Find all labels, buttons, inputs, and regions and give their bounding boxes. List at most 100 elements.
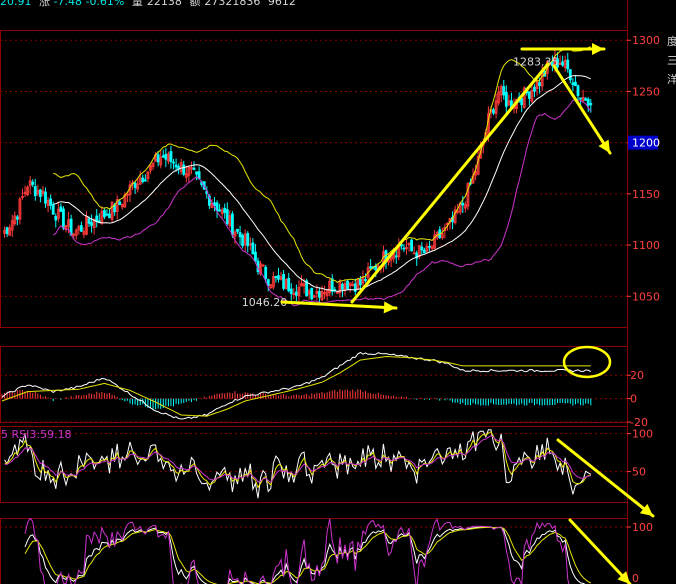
candle-body bbox=[402, 247, 406, 250]
candle-body bbox=[251, 242, 255, 255]
bottom-arrow-head bbox=[383, 301, 396, 314]
kdj-down-arrow bbox=[568, 518, 632, 584]
candle-body bbox=[51, 204, 55, 215]
candle-body bbox=[394, 255, 398, 258]
low-annotation: 1046.20 bbox=[242, 296, 288, 309]
candle-body bbox=[574, 81, 577, 86]
candle-body bbox=[169, 151, 173, 162]
candle-body bbox=[422, 249, 426, 254]
candle-body bbox=[274, 276, 278, 279]
right-edge-char-2: 三 bbox=[667, 54, 676, 67]
macd-dea-line bbox=[1, 355, 591, 417]
current-price-label: 1200 bbox=[632, 137, 660, 150]
candle-body bbox=[364, 279, 367, 281]
candle-body bbox=[192, 167, 196, 170]
right-edge-char-3: 洋 bbox=[667, 72, 676, 86]
candle-body bbox=[44, 191, 47, 204]
high-annotation: 1283.35 bbox=[513, 55, 559, 68]
candle-body bbox=[225, 209, 229, 225]
candle-body bbox=[264, 266, 268, 280]
candle-body bbox=[230, 213, 234, 236]
price-tick-label: 1250 bbox=[632, 85, 660, 98]
candle-body bbox=[282, 273, 286, 289]
candle-body bbox=[246, 233, 250, 247]
price-tick-label: 1100 bbox=[632, 239, 660, 252]
macd-histogram bbox=[1, 389, 592, 410]
boll-lower-line bbox=[52, 99, 592, 307]
candle-body bbox=[584, 98, 588, 101]
price-tick-label: 1050 bbox=[632, 290, 660, 303]
top-arrow-head bbox=[592, 43, 604, 55]
rsi-title-label: 5 RSI3:59.18 bbox=[1, 428, 72, 441]
candle-body bbox=[566, 59, 570, 70]
candle-body bbox=[589, 103, 593, 106]
candle-body bbox=[420, 246, 424, 251]
candle-body bbox=[561, 61, 565, 66]
candle-body bbox=[504, 91, 508, 107]
kdj-down-arrow-shaft bbox=[568, 518, 632, 584]
candle-body bbox=[164, 153, 168, 160]
candle-body bbox=[341, 283, 344, 290]
candle-body bbox=[369, 266, 373, 269]
candle-body bbox=[533, 86, 536, 92]
rsi-tick-label: 50 bbox=[632, 466, 646, 479]
bottom-arrow bbox=[280, 300, 398, 314]
bottom-arrow-shaft bbox=[280, 300, 398, 310]
boll-upper-line bbox=[53, 46, 591, 284]
candle-body bbox=[586, 98, 590, 106]
rsi-tick-label: 100 bbox=[632, 428, 653, 441]
candle-body bbox=[54, 215, 58, 221]
candle-body bbox=[461, 202, 465, 206]
macd-axis: 200-20 bbox=[627, 369, 648, 429]
candle-body bbox=[90, 221, 93, 226]
candle-body bbox=[143, 179, 147, 182]
candle-body bbox=[15, 216, 19, 220]
candle-body bbox=[358, 278, 362, 286]
candle-body bbox=[492, 109, 495, 114]
candle-body bbox=[236, 228, 239, 232]
candle-body bbox=[318, 291, 321, 298]
candle-body bbox=[105, 213, 109, 216]
candle-body bbox=[87, 218, 91, 224]
kdj-j-line bbox=[24, 518, 570, 584]
candle-body bbox=[241, 234, 245, 247]
price-tick-label: 1300 bbox=[632, 34, 660, 47]
macd-circle bbox=[562, 345, 612, 379]
macd-tick-label: 20 bbox=[630, 369, 644, 382]
candle-body bbox=[310, 287, 314, 300]
drop-arrow-shaft bbox=[552, 64, 612, 155]
candle-body bbox=[79, 225, 83, 232]
candle-body bbox=[428, 245, 431, 248]
macd-tick-label: 0 bbox=[630, 393, 637, 406]
candle-body bbox=[289, 288, 293, 295]
right-edge-char-1: 度 bbox=[667, 34, 676, 48]
drop-arrow bbox=[552, 64, 612, 155]
candle-body bbox=[141, 177, 145, 183]
candle-body bbox=[277, 275, 280, 280]
current-price-tag: 1200 bbox=[628, 135, 660, 150]
candle-body bbox=[287, 278, 291, 292]
right-edge-labels: 度 三 洋 bbox=[667, 34, 676, 86]
price-tick-label: 1150 bbox=[632, 188, 660, 201]
kdj-tick-label: 100 bbox=[632, 521, 653, 534]
candle-body bbox=[527, 91, 531, 99]
candle-body bbox=[172, 161, 175, 164]
candle-body bbox=[49, 198, 53, 206]
candle-body bbox=[103, 210, 106, 218]
candle-body bbox=[502, 86, 506, 96]
candle-body bbox=[410, 239, 414, 252]
candlestick-series bbox=[3, 50, 593, 303]
candle-body bbox=[195, 171, 198, 175]
stock-chart[interactable]: 1050 1100 1150 1200 1250 1300 1200 1283.35 10… bbox=[0, 0, 676, 584]
rsi-line-3 bbox=[4, 435, 591, 483]
kdj-k-line bbox=[24, 526, 586, 584]
candle-body bbox=[31, 181, 35, 185]
rsi-line-2 bbox=[4, 431, 591, 489]
kdj-tick-label: 0 bbox=[632, 572, 639, 584]
candle-body bbox=[59, 206, 63, 212]
top-arrow bbox=[520, 43, 606, 55]
candle-body bbox=[571, 82, 575, 86]
candle-body bbox=[346, 280, 350, 290]
candle-body bbox=[133, 182, 137, 188]
candle-body bbox=[161, 155, 165, 158]
